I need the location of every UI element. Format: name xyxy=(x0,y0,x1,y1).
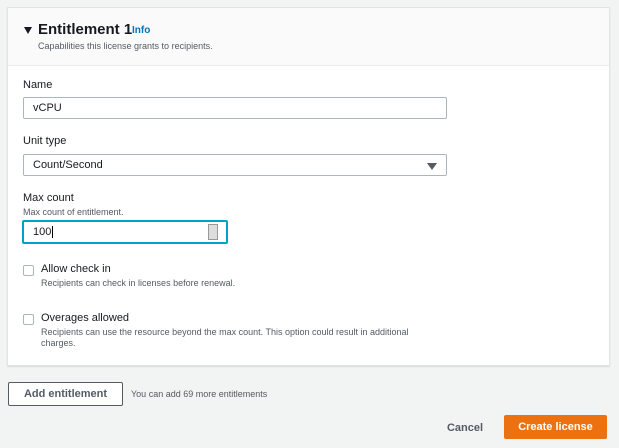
max-count-description: Max count of entitlement. xyxy=(23,207,124,217)
dropdown-arrow-icon xyxy=(427,163,437,170)
allow-check-in-label[interactable]: Allow check in xyxy=(41,263,111,275)
entitlement-title: Entitlement 1 xyxy=(38,21,133,38)
allow-check-in-description: Recipients can check in licenses before … xyxy=(41,278,236,288)
max-count-label: Max count xyxy=(23,192,74,204)
overages-checkbox[interactable] xyxy=(23,314,34,325)
allow-check-in-checkbox[interactable] xyxy=(23,265,34,276)
caret-down-icon[interactable] xyxy=(24,27,32,34)
unit-type-select[interactable]: Count/Second xyxy=(23,154,447,176)
add-entitlement-hint: You can add 69 more entitlements xyxy=(131,389,268,399)
overages-description: Recipients can use the resource beyond t… xyxy=(41,327,409,348)
cancel-button[interactable]: Cancel xyxy=(440,416,490,439)
name-label: Name xyxy=(23,79,53,91)
name-input[interactable]: vCPU xyxy=(23,97,447,119)
overages-label[interactable]: Overages allowed xyxy=(41,312,129,324)
max-count-input[interactable]: 100 xyxy=(22,220,228,244)
create-license-button[interactable]: Create license xyxy=(504,415,607,439)
unit-type-value: Count/Second xyxy=(33,159,103,171)
max-count-value: 100 xyxy=(33,226,52,238)
unit-type-label: Unit type xyxy=(23,135,67,147)
add-entitlement-button[interactable]: Add entitlement xyxy=(8,382,123,406)
info-link[interactable]: Info xyxy=(132,25,150,36)
entitlement-description: Capabilities this license grants to reci… xyxy=(38,41,213,51)
number-spinner-icon[interactable] xyxy=(208,224,218,240)
entitlement-header[interactable]: Entitlement 1 Info Capabilities this lic… xyxy=(8,8,609,66)
entitlement-panel: Entitlement 1 Info Capabilities this lic… xyxy=(7,7,610,366)
